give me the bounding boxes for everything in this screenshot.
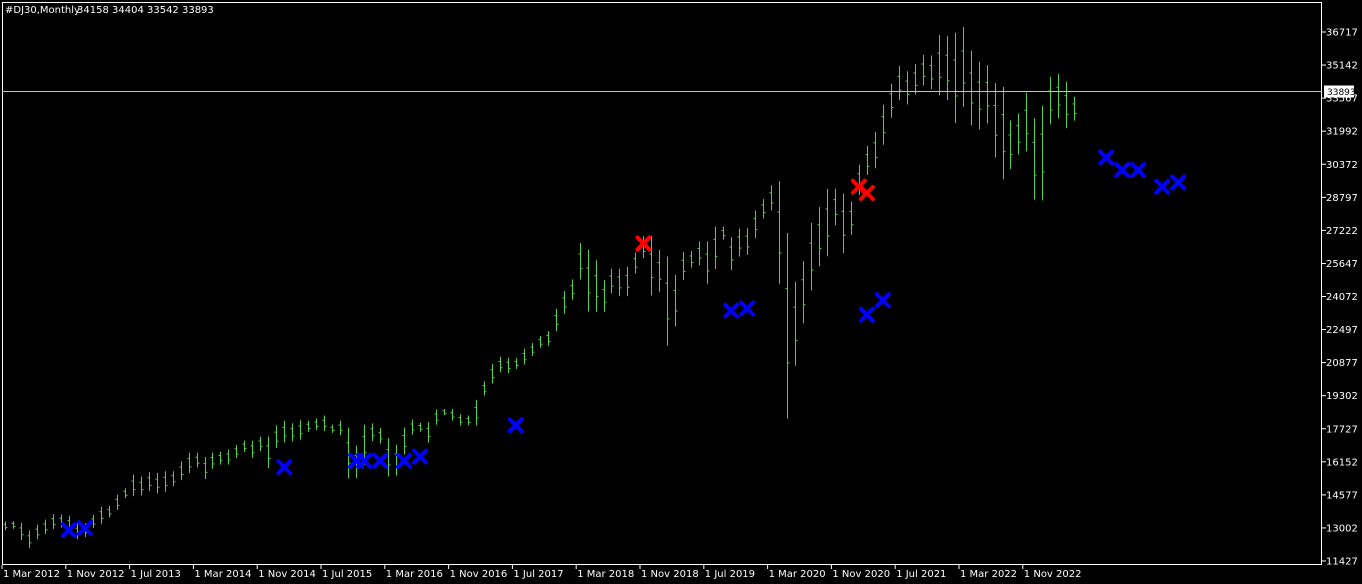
x-tick-label: 1 Nov 2020	[832, 569, 890, 580]
x-tick-label: 1 Nov 2014	[258, 569, 316, 580]
x-tick-label: 1 Nov 2016	[450, 569, 508, 580]
chart-background	[0, 0, 1362, 584]
x-tick-label: 1 Nov 2018	[641, 569, 699, 580]
ohlc-values: 34158 34404 33542 33893	[77, 5, 214, 16]
x-tick-label: 1 Jul 2013	[131, 569, 181, 580]
y-tick-label: 28797	[1326, 193, 1358, 204]
y-tick-label: 25647	[1326, 259, 1358, 270]
price-tag: 33893	[1324, 85, 1356, 98]
x-tick-label: 1 Nov 2012	[67, 569, 125, 580]
price-tag-label: 33893	[1327, 88, 1356, 98]
x-tick-label: 1 Jul 2015	[322, 569, 372, 580]
y-tick-label: 17727	[1326, 424, 1358, 435]
y-tick-label: 27222	[1326, 226, 1358, 237]
y-tick-label: 24072	[1326, 292, 1358, 303]
x-tick-label: 1 Jul 2019	[705, 569, 755, 580]
y-tick-label: 31992	[1326, 127, 1358, 138]
x-tick-label: 1 Mar 2022	[960, 569, 1017, 580]
y-tick-label: 36717	[1326, 28, 1358, 39]
y-tick-label: 14577	[1326, 490, 1358, 501]
y-tick-label: 22497	[1326, 325, 1358, 336]
x-tick-label: 1 Mar 2018	[577, 569, 634, 580]
x-tick-label: 1 Nov 2022	[1024, 569, 1082, 580]
y-tick-label: 16152	[1326, 457, 1358, 468]
x-tick-label: 1 Mar 2016	[386, 569, 443, 580]
x-tick-label: 1 Jul 2017	[513, 569, 563, 580]
x-tick-label: 1 Mar 2014	[194, 569, 251, 580]
y-tick-label: 20877	[1326, 358, 1358, 369]
y-tick-label: 30372	[1326, 160, 1358, 171]
y-tick-label: 35142	[1326, 61, 1358, 72]
x-tick-label: 1 Mar 2012	[3, 569, 60, 580]
symbol-timeframe: #DJ30,Monthly	[5, 5, 80, 16]
x-tick-label: 1 Mar 2020	[769, 569, 826, 580]
price-chart[interactable]: 3671735142335673199230372287972722225647…	[0, 0, 1362, 584]
y-tick-label: 13002	[1326, 523, 1358, 534]
x-tick-label: 1 Jul 2021	[896, 569, 946, 580]
y-tick-label: 11427	[1326, 557, 1358, 568]
y-tick-label: 19302	[1326, 391, 1358, 402]
